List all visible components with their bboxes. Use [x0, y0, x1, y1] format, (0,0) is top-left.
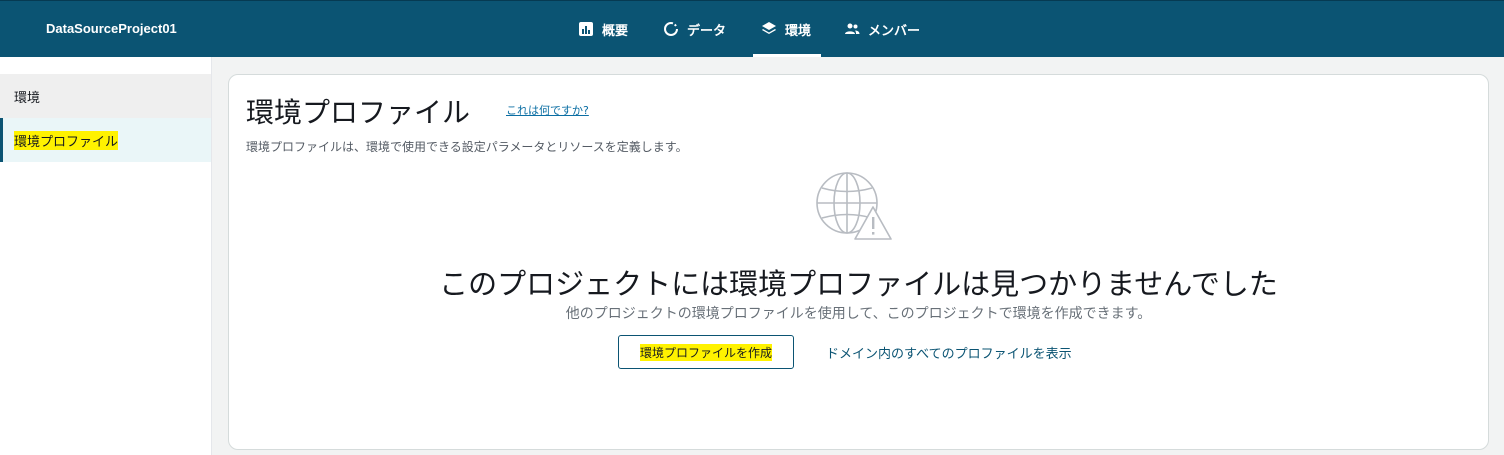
circle-refresh-icon — [664, 22, 678, 36]
help-link[interactable]: これは何ですか? — [506, 102, 589, 118]
empty-state-title: このプロジェクトには環境プロファイルは見つかりませんでした — [439, 267, 1278, 301]
tab-data-label: データ — [687, 23, 727, 39]
sidebar-item-environment-profiles[interactable]: 環境プロファイル — [0, 118, 211, 162]
tab-members[interactable]: メンバー — [844, 1, 934, 57]
sidebar-item-label: 環境プロファイル — [14, 130, 119, 150]
tab-environment-label: 環境 — [785, 23, 812, 39]
sidebar-item-label: 環境 — [14, 90, 41, 106]
empty-state-subtitle: 他のプロジェクトの環境プロファイルを使用して、このプロジェクトで環境を作成できま… — [565, 306, 1152, 322]
page-title: 環境プロファイル — [246, 96, 471, 129]
tab-overview[interactable]: 概要 — [578, 1, 638, 57]
page-description: 環境プロファイルは、環境で使用できる設定パラメータとリソースを定義します。 — [246, 140, 688, 154]
tab-data[interactable]: データ — [663, 1, 735, 57]
tab-members-label: メンバー — [868, 23, 921, 39]
layers-icon — [762, 22, 776, 34]
top-nav-bar: DataSourceProject01 概要 データ 環境 メンバー — [0, 0, 1504, 57]
tab-overview-label: 概要 — [602, 23, 629, 39]
tab-environment[interactable]: 環境 — [753, 1, 821, 57]
view-all-profiles-link[interactable]: ドメイン内のすべてのプロファイルを表示 — [826, 343, 1072, 362]
create-environment-profile-button[interactable]: 環境プロファイルを作成 — [618, 335, 794, 369]
project-name[interactable]: DataSourceProject01 — [46, 21, 177, 36]
globe-warning-icon — [816, 172, 892, 240]
sidebar-item-environment[interactable]: 環境 — [0, 74, 211, 118]
users-icon — [845, 23, 860, 34]
main-card: 環境プロファイル これは何ですか? 環境プロファイルは、環境で使用できる設定パラ… — [228, 74, 1489, 450]
create-button-label: 環境プロファイルを作成 — [639, 343, 772, 361]
sidebar: 環境 環境プロファイル — [0, 57, 212, 455]
bar-chart-icon — [579, 22, 593, 36]
